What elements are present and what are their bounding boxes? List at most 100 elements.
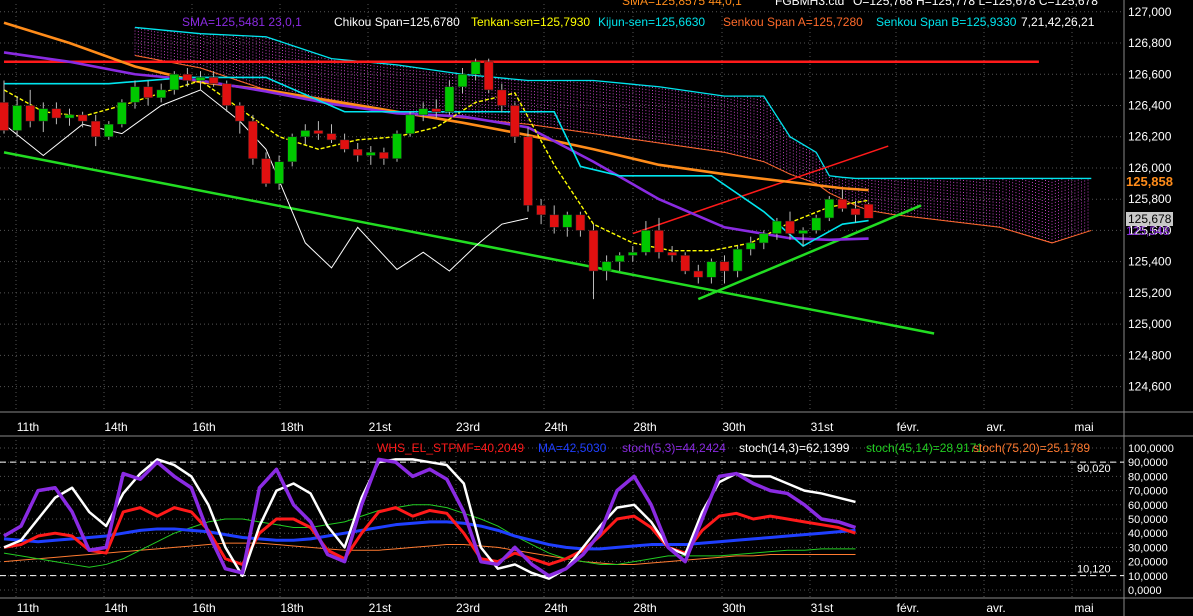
upper-x-tick-label: avr. [986,420,1005,434]
candle-body [837,198,848,209]
candle-body [680,255,690,272]
candle-body [523,136,533,206]
lower-y-tick-label: 0,0000 [1128,585,1162,597]
candle-body [483,61,494,91]
candle-body [863,203,874,219]
upper-y-tick-label: 127,000 [1128,5,1172,19]
candle-body [248,120,258,159]
candle-body [798,230,808,234]
sma2-readout: SMA=125,5481 23,0,1 [182,15,302,29]
kijun-readout: Kijun-sen=125,6630 [598,15,706,29]
candle-body [719,261,730,272]
candle-body [759,233,769,244]
upper-y-tick-label: 126,000 [1128,161,1172,175]
ichimoku-params: 7,21,42,26,21 [1021,15,1095,29]
lower-x-tick-label: févr. [897,601,920,615]
sma-price-tag: 125,858 [1126,174,1173,189]
stoch-level-label: 10,120 [1077,564,1111,576]
ma-readout: MA=42,5030 [538,441,607,455]
upper-x-tick-label: 23rd [456,420,480,434]
candle-body [536,205,546,216]
upper-y-tick-label: 124,600 [1128,380,1172,394]
candle-body [300,130,311,137]
candle-body [706,261,717,278]
upper-y-tick-label: 125,800 [1128,192,1172,206]
upper-y-tick-label: 125,400 [1128,255,1172,269]
upper-x-tick-label: 24th [544,420,567,434]
whs-readout: WHS_EL_STPMF=40,2049 [377,441,525,455]
ohlc-readout: O=125,768 H=125,778 L=125,678 C=125,678 [853,0,1098,8]
upper-y-tick-label: 125,200 [1128,286,1172,300]
candle-body [366,152,376,156]
lower-y-tick-label: 20,0000 [1128,557,1168,569]
upper-y-tick-label: 126,800 [1128,36,1172,50]
candle-body [156,89,166,98]
lower-x-tick-label: 14th [104,601,127,615]
upper-x-tick-label: févr. [897,420,920,434]
candle-body [497,89,507,106]
upper-x-tick-label: 11th [17,420,39,434]
candle-body [25,105,35,122]
upper-x-tick-label: 16th [192,420,215,434]
upper-y-tick-label: 126,400 [1128,99,1172,113]
trading-chart: 127,000 126,800 126,600 126,400 126,200 126,0… [0,0,1193,616]
candle-body [824,198,835,219]
stoch14-readout: stoch(14,3)=62,1399 [739,441,850,455]
candle-body [274,161,284,184]
lower-y-tick-label: 40,0000 [1128,528,1168,540]
candle-body [339,139,350,150]
upper-x-tick-label: mai [1074,420,1093,434]
candle-body [326,133,337,141]
candle-body [77,114,88,122]
lower-x-tick-label: 23rd [456,601,480,615]
candle-body [313,130,324,134]
senkou-b-readout: Senkou Span B=125,9330 [876,15,1017,29]
candle-body [352,148,363,156]
lower-y-tick-label: 50,0000 [1128,514,1168,526]
upper-y-tick-label: 126,600 [1128,67,1172,81]
background [0,0,1193,616]
stoch53-readout: stoch(5,3)=44,2424 [622,441,726,455]
candle-body [745,242,756,250]
symbol-label: FGBMH3.ctd [775,0,845,8]
candle-body [732,248,743,272]
stoch-level-label: 90,020 [1077,463,1111,475]
candle-body [575,214,586,231]
stoch75-readout: stoch(75,20)=25,1789 [973,441,1091,455]
candle-body [182,74,193,81]
candle-body [772,220,782,234]
lower-x-tick-label: 11th [17,601,39,615]
senkou-a-readout: Senkou Span A=125,7280 [723,15,863,29]
candle-body [51,108,62,119]
lower-x-tick-label: 28th [633,601,656,615]
candle-body [654,230,664,253]
candle-body [601,261,612,272]
chikou-readout: Chikou Span=125,6780 [334,15,460,29]
candle-body [64,114,75,119]
candle-body [431,108,442,112]
candle-body [785,220,795,234]
candle-body [457,74,468,88]
lower-y-tick-label: 10,0000 [1128,571,1168,583]
tenkan-readout: Tenkan-sen=125,7930 [471,15,591,29]
candle-body [104,123,114,137]
candle-body [38,108,49,122]
lower-x-tick-label: avr. [986,601,1005,615]
upper-x-tick-label: 31st [811,420,834,434]
lower-x-tick-label: 24th [544,601,567,615]
candle-body [470,61,481,75]
candle-body [169,74,180,91]
candle-body [379,152,389,159]
candle-body [195,77,206,81]
lower-x-tick-label: 21st [369,601,392,615]
lower-y-tick-label: 60,0000 [1128,500,1168,512]
sma2-price-tag: 125,548 [1126,224,1170,238]
lower-x-tick-label: 31st [811,601,834,615]
candle-body [405,114,415,134]
candle-body [235,105,245,122]
candle-body [221,83,232,106]
candle-body [117,102,127,125]
candle-body [12,105,22,131]
candle-body [0,102,9,131]
candle-body [562,214,573,228]
